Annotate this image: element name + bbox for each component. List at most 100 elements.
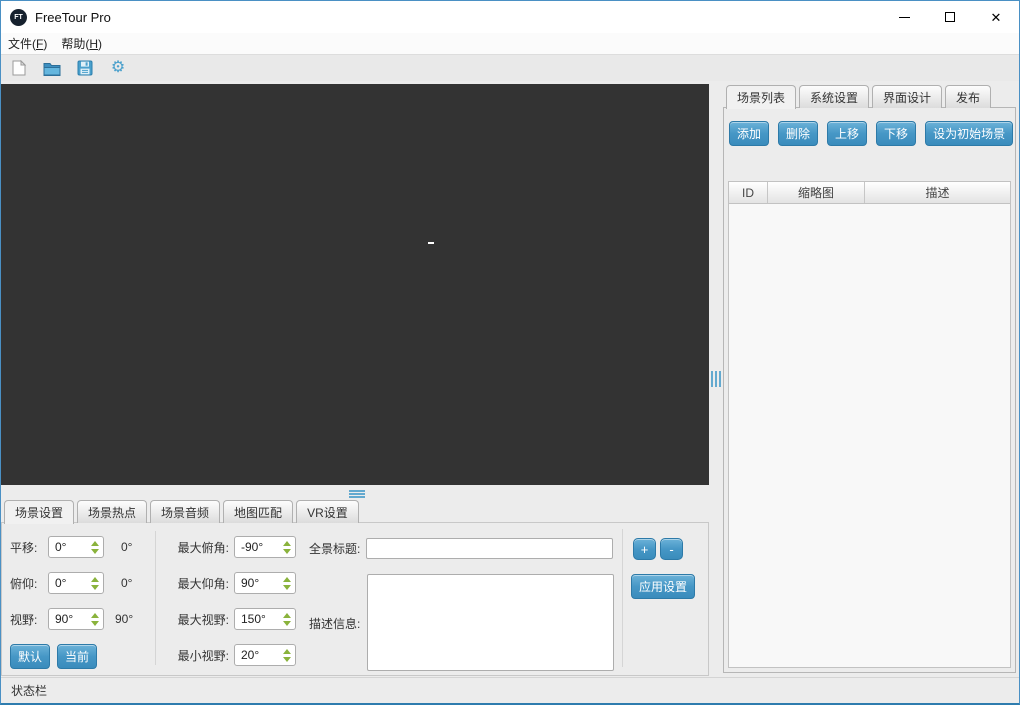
max-elevation-label: 最大仰角:	[167, 575, 229, 592]
tilt-current-value: 0°	[121, 576, 132, 590]
view-buttons-row: 默认 当前	[10, 645, 97, 667]
title-bar: FT FreeTour Pro ✕	[1, 1, 1019, 33]
scene-panel: 场景列表 系统设置 界面设计 发布 添加 删除 上移 下移 设为初始场景 分组 …	[723, 85, 1017, 673]
menu-file[interactable]: 文件(F)	[1, 33, 54, 54]
fov-current-value: 90°	[115, 612, 133, 626]
canvas-center-marker	[428, 242, 434, 244]
scene-list-pane: 添加 删除 上移 下移 设为初始场景 分组 ID 缩略图 描述	[723, 107, 1016, 673]
stepper-arrows-icon[interactable]	[283, 577, 291, 590]
maximize-button[interactable]	[927, 1, 973, 33]
tilt-field-row: 俯仰: 0° 0°	[10, 572, 132, 594]
open-folder-button[interactable]	[43, 59, 61, 77]
status-text: 状态栏	[11, 682, 47, 699]
status-bar: 状态栏	[1, 677, 1019, 703]
pan-label: 平移:	[10, 539, 48, 556]
max-depression-row: 最大俯角: -90°	[167, 536, 296, 558]
stepper-arrows-icon[interactable]	[283, 541, 291, 554]
column-divider	[155, 531, 156, 665]
tab-scene-audio[interactable]: 场景音频	[150, 500, 220, 523]
toolbar: ⚙	[1, 54, 1019, 81]
pano-title-input[interactable]	[366, 538, 613, 559]
maximize-icon	[945, 12, 955, 22]
window-title: FreeTour Pro	[35, 10, 111, 25]
max-fov-value: 150°	[241, 612, 266, 626]
current-view-button[interactable]: 当前	[57, 644, 97, 669]
tab-vr-settings[interactable]: VR设置	[296, 500, 359, 523]
settings-panel: 场景设置 场景热点 场景音频 地图匹配 VR设置 平移: 0° 0° 俯仰: 0…	[1, 500, 709, 677]
description-textarea[interactable]	[367, 574, 614, 671]
min-fov-stepper[interactable]: 20°	[234, 644, 296, 666]
min-fov-label: 最小视野:	[167, 647, 229, 664]
fov-label: 视野:	[10, 611, 48, 628]
panorama-canvas[interactable]	[1, 84, 709, 485]
stepper-arrows-icon[interactable]	[283, 613, 291, 626]
pan-field-row: 平移: 0° 0°	[10, 536, 132, 558]
close-icon: ✕	[991, 11, 1002, 24]
app-logo-icon: FT	[10, 9, 27, 26]
scene-table-body[interactable]	[729, 204, 1010, 667]
tab-system-settings[interactable]: 系统设置	[799, 85, 869, 108]
tab-scene-settings[interactable]: 场景设置	[4, 500, 74, 524]
column-divider	[622, 529, 623, 667]
stepper-arrows-icon[interactable]	[91, 613, 99, 626]
max-depression-stepper[interactable]: -90°	[234, 536, 296, 558]
tab-scene-list[interactable]: 场景列表	[726, 85, 796, 109]
vertical-splitter-handle[interactable]	[711, 371, 721, 387]
settings-panel-tabs: 场景设置 场景热点 场景音频 地图匹配 VR设置	[1, 500, 709, 523]
max-fov-row: 最大视野: 150°	[167, 608, 296, 630]
max-fov-stepper[interactable]: 150°	[234, 608, 296, 630]
settings-gear-icon: ⚙	[111, 60, 125, 76]
pano-title-row: 全景标题:	[309, 537, 613, 559]
horizontal-splitter-handle[interactable]	[349, 490, 365, 498]
tab-publish[interactable]: 发布	[945, 85, 991, 108]
max-elevation-row: 最大仰角: 90°	[167, 572, 296, 594]
tab-map-matching[interactable]: 地图匹配	[223, 500, 293, 523]
scene-table-header: ID 缩略图 描述	[729, 182, 1010, 204]
add-scene-button[interactable]: 添加	[729, 121, 769, 146]
max-elevation-stepper[interactable]: 90°	[234, 572, 296, 594]
min-fov-value: 20°	[241, 648, 259, 662]
save-icon	[77, 60, 93, 76]
stepper-arrows-icon[interactable]	[283, 649, 291, 662]
apply-settings-button[interactable]: 应用设置	[631, 574, 695, 599]
tilt-label: 俯仰:	[10, 575, 48, 592]
tab-scene-hotspots[interactable]: 场景热点	[77, 500, 147, 523]
set-initial-scene-button[interactable]: 设为初始场景	[925, 121, 1013, 146]
scene-settings-pane: 平移: 0° 0° 俯仰: 0° 0° 视野: 90°	[1, 522, 709, 676]
column-header-thumbnail[interactable]: 缩略图	[768, 182, 865, 203]
fov-field-row: 视野: 90° 90°	[10, 608, 133, 630]
zoom-in-button[interactable]: +	[633, 538, 656, 560]
scene-toolbar: 添加 删除 上移 下移 设为初始场景 分组	[729, 121, 1010, 146]
delete-scene-button[interactable]: 删除	[778, 121, 818, 146]
max-depression-value: -90°	[241, 540, 263, 554]
pano-title-label: 全景标题:	[309, 540, 360, 557]
zoom-out-button[interactable]: -	[660, 538, 683, 560]
min-fov-row: 最小视野: 20°	[167, 644, 296, 666]
minimize-button[interactable]	[881, 1, 927, 33]
pan-value: 0°	[55, 540, 66, 554]
tilt-stepper[interactable]: 0°	[48, 572, 104, 594]
move-down-button[interactable]: 下移	[876, 121, 916, 146]
fov-value: 90°	[55, 612, 73, 626]
pan-stepper[interactable]: 0°	[48, 536, 104, 558]
menu-help[interactable]: 帮助(H)	[54, 33, 109, 54]
save-button[interactable]	[76, 59, 94, 77]
minimize-icon	[899, 17, 910, 18]
new-file-button[interactable]	[10, 59, 28, 77]
stepper-arrows-icon[interactable]	[91, 577, 99, 590]
stepper-arrows-icon[interactable]	[91, 541, 99, 554]
description-label: 描述信息:	[309, 615, 360, 632]
column-header-id[interactable]: ID	[729, 182, 768, 203]
scene-panel-tabs: 场景列表 系统设置 界面设计 发布	[723, 85, 1017, 108]
tab-ui-design[interactable]: 界面设计	[872, 85, 942, 108]
scene-table: ID 缩略图 描述	[728, 181, 1011, 668]
default-view-button[interactable]: 默认	[10, 644, 50, 669]
max-elevation-value: 90°	[241, 576, 259, 590]
app-window: FT FreeTour Pro ✕ 文件(F) 帮助(H) ⚙	[0, 0, 1020, 705]
settings-button[interactable]: ⚙	[109, 59, 127, 77]
close-button[interactable]: ✕	[973, 1, 1019, 33]
new-file-icon	[12, 60, 26, 76]
column-header-description[interactable]: 描述	[865, 182, 1010, 203]
move-up-button[interactable]: 上移	[827, 121, 867, 146]
fov-stepper[interactable]: 90°	[48, 608, 104, 630]
